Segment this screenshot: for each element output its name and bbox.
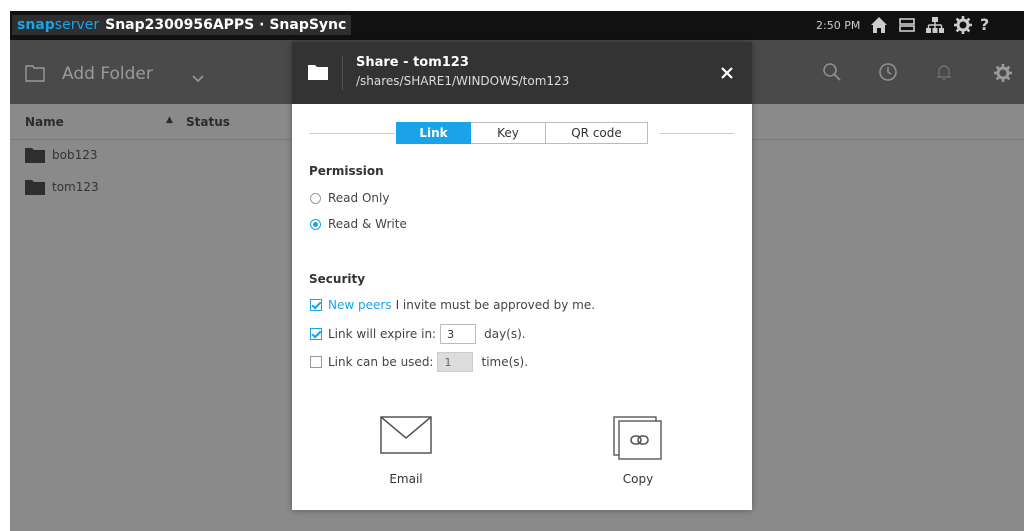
tab-bar: Link Key QR code	[396, 122, 648, 144]
copy-label: Copy	[622, 472, 654, 486]
server-name: Snap2300956APPS · SnapSync	[105, 17, 347, 33]
security-label: Security	[309, 272, 366, 286]
tabs-line-right	[660, 133, 734, 134]
gear-icon[interactable]	[952, 14, 974, 36]
expire-checkbox[interactable]	[310, 328, 322, 340]
radio-read-only[interactable]: Read Only	[310, 191, 389, 205]
radio-label: Read Only	[328, 191, 390, 205]
list-item[interactable]: bob123	[25, 144, 97, 166]
usage-limit-unit: time(s).	[481, 355, 529, 369]
column-name[interactable]: Name	[25, 115, 64, 129]
new-peers-link[interactable]: New peers	[328, 298, 392, 312]
dialog-path: /shares/SHARE1/WINDOWS/tom123	[356, 74, 570, 88]
tab-key[interactable]: Key	[471, 122, 546, 144]
copy-link-icon	[613, 416, 663, 464]
close-icon[interactable]	[716, 62, 738, 84]
tabs-line-left	[309, 133, 395, 134]
list-item[interactable]: tom123	[25, 176, 99, 198]
tab-qr-code[interactable]: QR code	[546, 122, 648, 144]
brand-server: server	[54, 17, 100, 33]
sort-ascending-icon[interactable]: ▲	[166, 115, 173, 125]
usage-limit-option[interactable]: Link can be used: time(s).	[310, 352, 528, 372]
column-status[interactable]: Status	[186, 115, 230, 129]
bell-icon[interactable]	[934, 62, 954, 86]
app-window: snap server Snap2300956APPS · SnapSync 2…	[10, 11, 1024, 531]
usage-count-input[interactable]	[437, 352, 474, 372]
home-icon[interactable]	[868, 14, 890, 36]
new-peers-option[interactable]: New peers I invite must be approved by m…	[310, 298, 595, 312]
add-folder-button[interactable]: Add Folder	[62, 64, 153, 84]
header-divider	[342, 56, 343, 90]
usage-limit-checkbox[interactable]	[310, 356, 322, 368]
clock-time: 2:50 PM	[816, 19, 861, 32]
copy-button[interactable]: Copy	[613, 416, 663, 486]
help-icon[interactable]: ?	[980, 15, 1002, 37]
expire-option[interactable]: Link will expire in: day(s).	[310, 324, 526, 344]
brand-snap: snap	[17, 17, 55, 33]
permission-label: Permission	[309, 164, 384, 178]
brand-logo: snap server Snap2300956APPS · SnapSync	[12, 15, 352, 35]
email-button[interactable]: Email	[380, 416, 432, 486]
radio-button-selected[interactable]	[310, 218, 321, 230]
new-peers-text: I invite must be approved by me.	[395, 298, 596, 312]
radio-read-write[interactable]: Read & Write	[310, 217, 407, 231]
chevron-down-icon[interactable]	[192, 68, 204, 87]
usage-limit-label: Link can be used:	[328, 355, 434, 369]
envelope-icon	[380, 416, 432, 458]
radio-button[interactable]	[310, 192, 321, 204]
folder-name: tom123	[52, 180, 99, 194]
clock-icon[interactable]	[878, 62, 898, 86]
expire-unit: day(s).	[484, 327, 526, 341]
expire-days-input[interactable]	[440, 324, 477, 344]
share-dialog: Share - tom123 /shares/SHARE1/WINDOWS/to…	[292, 42, 752, 510]
new-peers-checkbox[interactable]	[310, 299, 322, 311]
radio-label: Read & Write	[328, 217, 407, 231]
search-icon[interactable]	[822, 62, 842, 86]
folder-icon	[25, 179, 45, 195]
email-label: Email	[389, 472, 423, 486]
folder-icon	[308, 64, 328, 84]
expire-label: Link will expire in:	[328, 327, 437, 341]
dialog-title: Share - tom123	[356, 55, 469, 70]
dialog-header: Share - tom123 /shares/SHARE1/WINDOWS/to…	[292, 42, 752, 104]
top-bar: snap server Snap2300956APPS · SnapSync 2…	[10, 11, 1024, 40]
folder-outline-icon[interactable]	[25, 64, 45, 86]
tab-link[interactable]: Link	[396, 122, 471, 144]
folder-name: bob123	[52, 148, 98, 162]
network-icon[interactable]	[924, 14, 946, 36]
folder-icon	[25, 147, 45, 163]
storage-icon[interactable]	[896, 14, 918, 36]
settings-gear-icon[interactable]	[992, 62, 1014, 88]
